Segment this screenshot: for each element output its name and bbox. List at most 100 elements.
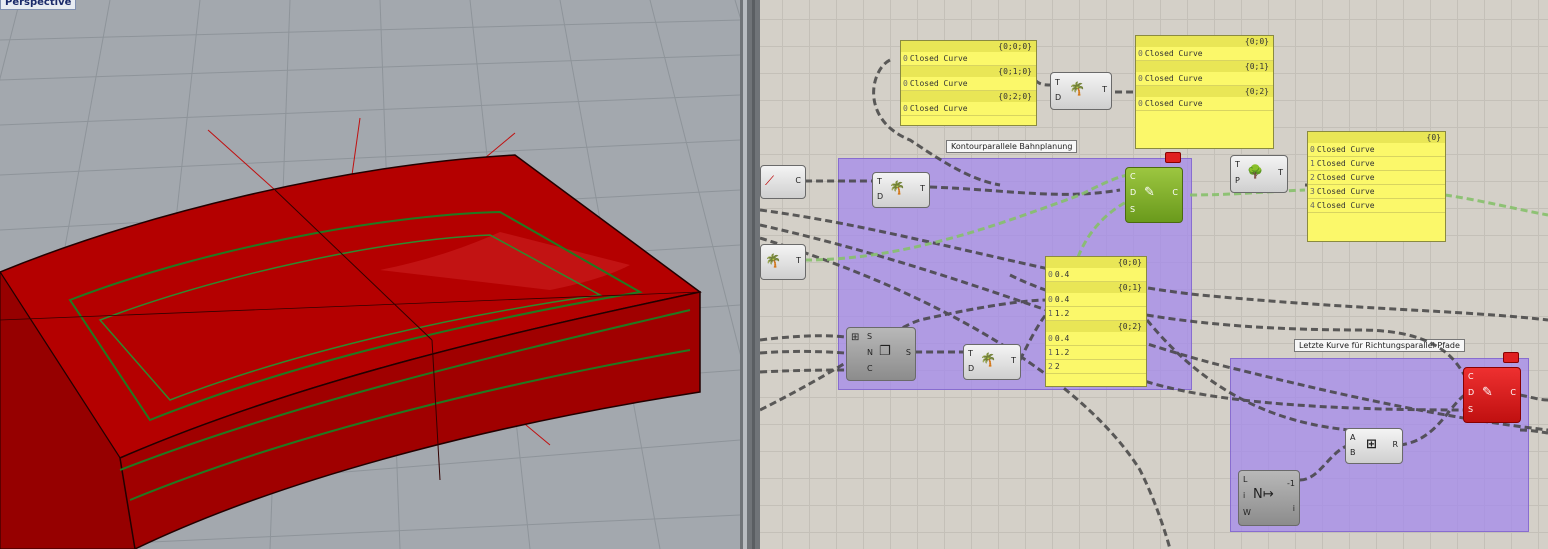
panel-rows: {0;0} 0 0.4 {0;1} 0 0.4 1 1.2 {0;2} 0 0.4 1 1.2 2 2 xyxy=(1046,257,1146,374)
panel-item-value: Closed Curve xyxy=(909,54,968,63)
panel-item: 1 1.2 xyxy=(1046,307,1146,321)
panel-item-index: 1 xyxy=(1048,348,1053,357)
panel-item-index: 4 xyxy=(1310,201,1315,210)
panel-item: 1 Closed Curve xyxy=(1308,157,1445,171)
panel-item-index: 0 xyxy=(903,104,908,113)
panel-branch-header: {0;0} xyxy=(1046,257,1146,268)
panel-offset-values[interactable]: {0;0} 0 0.4 {0;1} 0 0.4 1 1.2 {0;2} 0 0.4 1 1.2 2 2 xyxy=(1045,256,1147,387)
panel-item-value: Closed Curve xyxy=(1316,187,1375,196)
panel-item: 0 Closed Curve xyxy=(1308,143,1445,157)
flatten-tree-component-3[interactable]: T D 🌴 T xyxy=(963,344,1021,380)
red-solid[interactable] xyxy=(0,154,702,549)
panel-item-value: Closed Curve xyxy=(1144,49,1203,58)
panel-item-index: 0 xyxy=(1310,145,1315,154)
panel-item-value: Closed Curve xyxy=(1144,74,1203,83)
panel-item-index: 0 xyxy=(1048,295,1053,304)
panel-branch-header: {0;0} xyxy=(1136,36,1273,47)
panel-item: 0 0.4 xyxy=(1046,268,1146,282)
panel-item: 0 Closed Curve xyxy=(901,77,1036,91)
panel-item-index: 0 xyxy=(1138,49,1143,58)
panel-branch-header: {0;1;0} xyxy=(901,66,1036,77)
viewport-title[interactable]: Perspective xyxy=(0,0,77,10)
offset-icon: ✎ xyxy=(1482,385,1493,400)
panel-branch-header: {0;1} xyxy=(1046,282,1146,293)
panel-item: 0 Closed Curve xyxy=(1136,97,1273,111)
panel-item: 0 Closed Curve xyxy=(901,102,1036,116)
list-item-icon: N↦ xyxy=(1253,487,1274,502)
warning-badge[interactable] xyxy=(1165,152,1181,163)
panel-branch-header: {0} xyxy=(1308,132,1445,143)
panel-item: 0 Closed Curve xyxy=(1136,72,1273,86)
panel-branch-header: {0;1} xyxy=(1136,61,1273,72)
panel-item-index: 2 xyxy=(1048,362,1053,371)
panel-rows: {0} 0 Closed Curve 1 Closed Curve 2 Closed Cur… xyxy=(1308,132,1445,213)
panel-item-value: 1.2 xyxy=(1054,348,1070,357)
panel-item-index: 2 xyxy=(1310,173,1315,182)
panel-item: 0 0.4 xyxy=(1046,293,1146,307)
warning-badge[interactable] xyxy=(1503,352,1519,363)
panel-item-index: 0 xyxy=(1048,334,1053,343)
grasshopper-canvas[interactable]: Kontourparallele Bahnplanung Letzte Kurv… xyxy=(760,0,1548,549)
panel-item-value: 0.4 xyxy=(1054,295,1070,304)
panel-item-value: Closed Curve xyxy=(909,79,968,88)
curve-icon: ⟋ xyxy=(765,174,775,189)
series-component[interactable]: ⊞ S N C ❐ S xyxy=(846,327,916,381)
panel-item: 22 xyxy=(1046,360,1146,374)
tree-icon: 🌴 xyxy=(1069,82,1086,97)
panel-closed-curves-flat[interactable]: {0;0} 0 Closed Curve {0;1} 0 Closed Curve {0;2… xyxy=(1135,35,1274,149)
panel-item: 0 Closed Curve xyxy=(901,52,1036,66)
viewport-scene xyxy=(0,0,740,549)
addition-component[interactable]: A B ⊞ R xyxy=(1345,428,1403,464)
panel-item: 0 0.4 xyxy=(1046,332,1146,346)
panel-item-value: Closed Curve xyxy=(909,104,968,113)
panel-item: 2 Closed Curve xyxy=(1308,171,1445,185)
flatten-tree-component[interactable]: T D 🌴 T xyxy=(1050,72,1112,110)
panel-item-index: 0 xyxy=(903,79,908,88)
panel-item: 0 Closed Curve xyxy=(1136,47,1273,61)
plus-icon: ⊞ xyxy=(1366,437,1377,452)
flatten-tree-component-2[interactable]: T D 🌴 T xyxy=(872,172,930,208)
panel-item-index: 3 xyxy=(1310,187,1315,196)
panel-item-value: Closed Curve xyxy=(1316,159,1375,168)
panel-branch-header: {0;2} xyxy=(1046,321,1146,332)
path-mapper-component[interactable]: T P 🌳 T xyxy=(1230,155,1288,193)
panel-closed-curves-tree[interactable]: {0;0;0} 0 Closed Curve {0;1;0} 0 Closed Curve… xyxy=(900,40,1037,126)
panel-item-value: Closed Curve xyxy=(1316,173,1375,182)
offset-icon: ✎ xyxy=(1144,185,1155,200)
panel-branch-header: {0;2;0} xyxy=(901,91,1036,102)
panel-item: 1 1.2 xyxy=(1046,346,1146,360)
panel-item-value: Closed Curve xyxy=(1144,99,1203,108)
panel-splitter[interactable] xyxy=(740,0,760,549)
tree-icon: 🌴 xyxy=(765,254,782,269)
panel-rows: {0;0;0} 0 Closed Curve {0;1;0} 0 Closed Curve… xyxy=(901,41,1036,116)
panel-item-value: 0.4 xyxy=(1054,270,1070,279)
panel-branch-header: {0;0;0} xyxy=(901,41,1036,52)
panel-item-value: 2 xyxy=(1054,362,1060,371)
panel-item-value: 0.4 xyxy=(1054,334,1070,343)
panel-item-index: 0 xyxy=(1138,74,1143,83)
panel-rows: {0;0} 0 Closed Curve {0;1} 0 Closed Curve {0;2… xyxy=(1136,36,1273,111)
panel-item: 3 Closed Curve xyxy=(1308,185,1445,199)
rhino-viewport[interactable]: Perspective xyxy=(0,0,740,549)
panel-item-index: 0 xyxy=(1048,270,1053,279)
tree-parameter[interactable]: 🌴 T xyxy=(760,244,806,280)
offset-curve-component[interactable]: C D S ✎ C xyxy=(1125,167,1183,223)
panel-closed-curves-list[interactable]: {0} 0 Closed Curve 1 Closed Curve 2 Closed Cur… xyxy=(1307,131,1446,242)
panel-item-index: 0 xyxy=(1138,99,1143,108)
panel-item-value: Closed Curve xyxy=(1316,201,1375,210)
panel-branch-header: {0;2} xyxy=(1136,86,1273,97)
tree-stump-icon: 🌳 xyxy=(1247,165,1264,180)
panel-mini-icon: ⊞ xyxy=(851,332,860,343)
panel-item-index: 0 xyxy=(903,54,908,63)
curve-parameter[interactable]: ⟋ C xyxy=(760,165,806,199)
panel-item-index: 1 xyxy=(1048,309,1053,318)
series-icon: ❐ xyxy=(879,344,891,359)
tree-icon: 🌴 xyxy=(889,181,906,196)
panel-item-value: 1.2 xyxy=(1054,309,1070,318)
panel-item-index: 1 xyxy=(1310,159,1315,168)
panel-item: 4 Closed Curve xyxy=(1308,199,1445,213)
tree-icon: 🌴 xyxy=(980,353,997,368)
panel-item-value: Closed Curve xyxy=(1316,145,1375,154)
list-item-component[interactable]: L i W N↦ -1 i xyxy=(1238,470,1300,526)
offset-curve-component-2[interactable]: C D S ✎ C xyxy=(1463,367,1521,423)
